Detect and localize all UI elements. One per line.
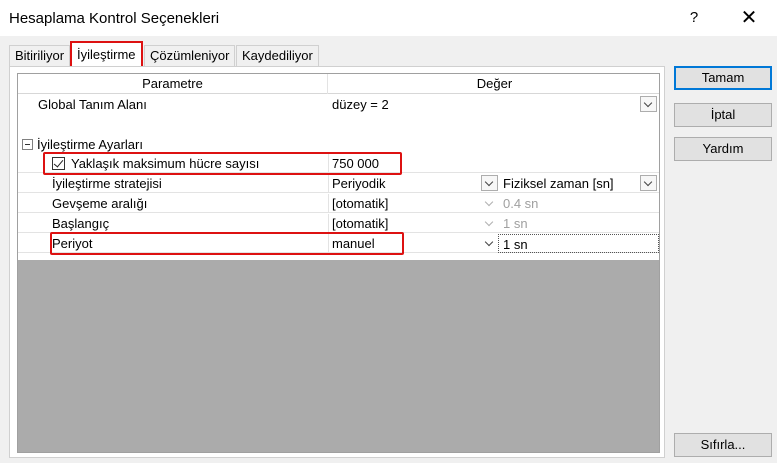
help-button[interactable]: Yardım (674, 137, 772, 161)
global-value[interactable]: düzey = 2 (332, 95, 389, 114)
tab-panel: Parametre Değer Global Tanım Alanı düzey… (9, 66, 665, 458)
reset-button[interactable]: Sıfırla... (674, 433, 772, 457)
row-start[interactable]: Başlangıç [otomatik] 1 sn (18, 214, 659, 233)
tab-bitiriliyor[interactable]: Bitiriliyor (9, 45, 71, 67)
tab-kaydediliyor[interactable]: Kaydediliyor (236, 45, 319, 67)
strategy-value[interactable]: Periyodik (332, 174, 385, 193)
global-row[interactable]: Global Tanım Alanı düzey = 2 (18, 95, 659, 114)
close-icon[interactable]: ✕ (734, 4, 764, 32)
window-title: Hesaplama Kontrol Seçenekleri (9, 10, 220, 27)
relaxation-extra-value: 0.4 sn (503, 196, 539, 211)
row-strategy[interactable]: İyileştirme stratejisi Periyodik Fizikse… (18, 174, 659, 193)
period-dropdown-icon[interactable] (481, 235, 498, 251)
relaxation-label: Gevşeme aralığı (52, 196, 148, 211)
row-relaxation[interactable]: Gevşeme aralığı [otomatik] 0.4 sn (18, 194, 659, 213)
collapse-icon[interactable] (22, 139, 33, 150)
relaxation-dropdown-icon[interactable] (481, 195, 498, 211)
start-label: Başlangıç (52, 216, 110, 231)
start-extra-value: 1 sn (503, 216, 528, 231)
strategy-dropdown-icon[interactable] (481, 175, 498, 191)
cancel-button[interactable]: İptal (674, 103, 772, 127)
title-bar: Hesaplama Kontrol Seçenekleri ? ✕ (0, 0, 777, 36)
header-value: Değer (476, 76, 513, 91)
period-extra-input[interactable]: 1 sn (498, 234, 659, 253)
highlight-period (50, 232, 404, 255)
property-grid: Parametre Değer Global Tanım Alanı düzey… (17, 73, 660, 453)
global-dropdown-icon[interactable] (640, 96, 657, 112)
ok-button[interactable]: Tamam (674, 66, 772, 90)
tab-iyilestirme[interactable]: İyileştirme (70, 41, 143, 68)
start-value[interactable]: [otomatik] (332, 214, 388, 233)
strategy-extra-value[interactable]: Fiziksel zaman [sn] (503, 174, 614, 193)
highlight-max-cells (43, 152, 402, 175)
global-label: Global Tanım Alanı (38, 97, 147, 112)
relaxation-value[interactable]: [otomatik] (332, 194, 388, 213)
strategy-extra-dropdown-icon[interactable] (640, 175, 657, 191)
tab-cozumleniyor[interactable]: Çözümleniyor (144, 45, 236, 67)
grid-header: Parametre Değer (18, 74, 659, 94)
strategy-label: İyileştirme stratejisi (52, 176, 162, 191)
start-dropdown-icon[interactable] (481, 215, 498, 231)
help-icon[interactable]: ? (680, 4, 708, 32)
header-parameter: Parametre (18, 74, 328, 94)
